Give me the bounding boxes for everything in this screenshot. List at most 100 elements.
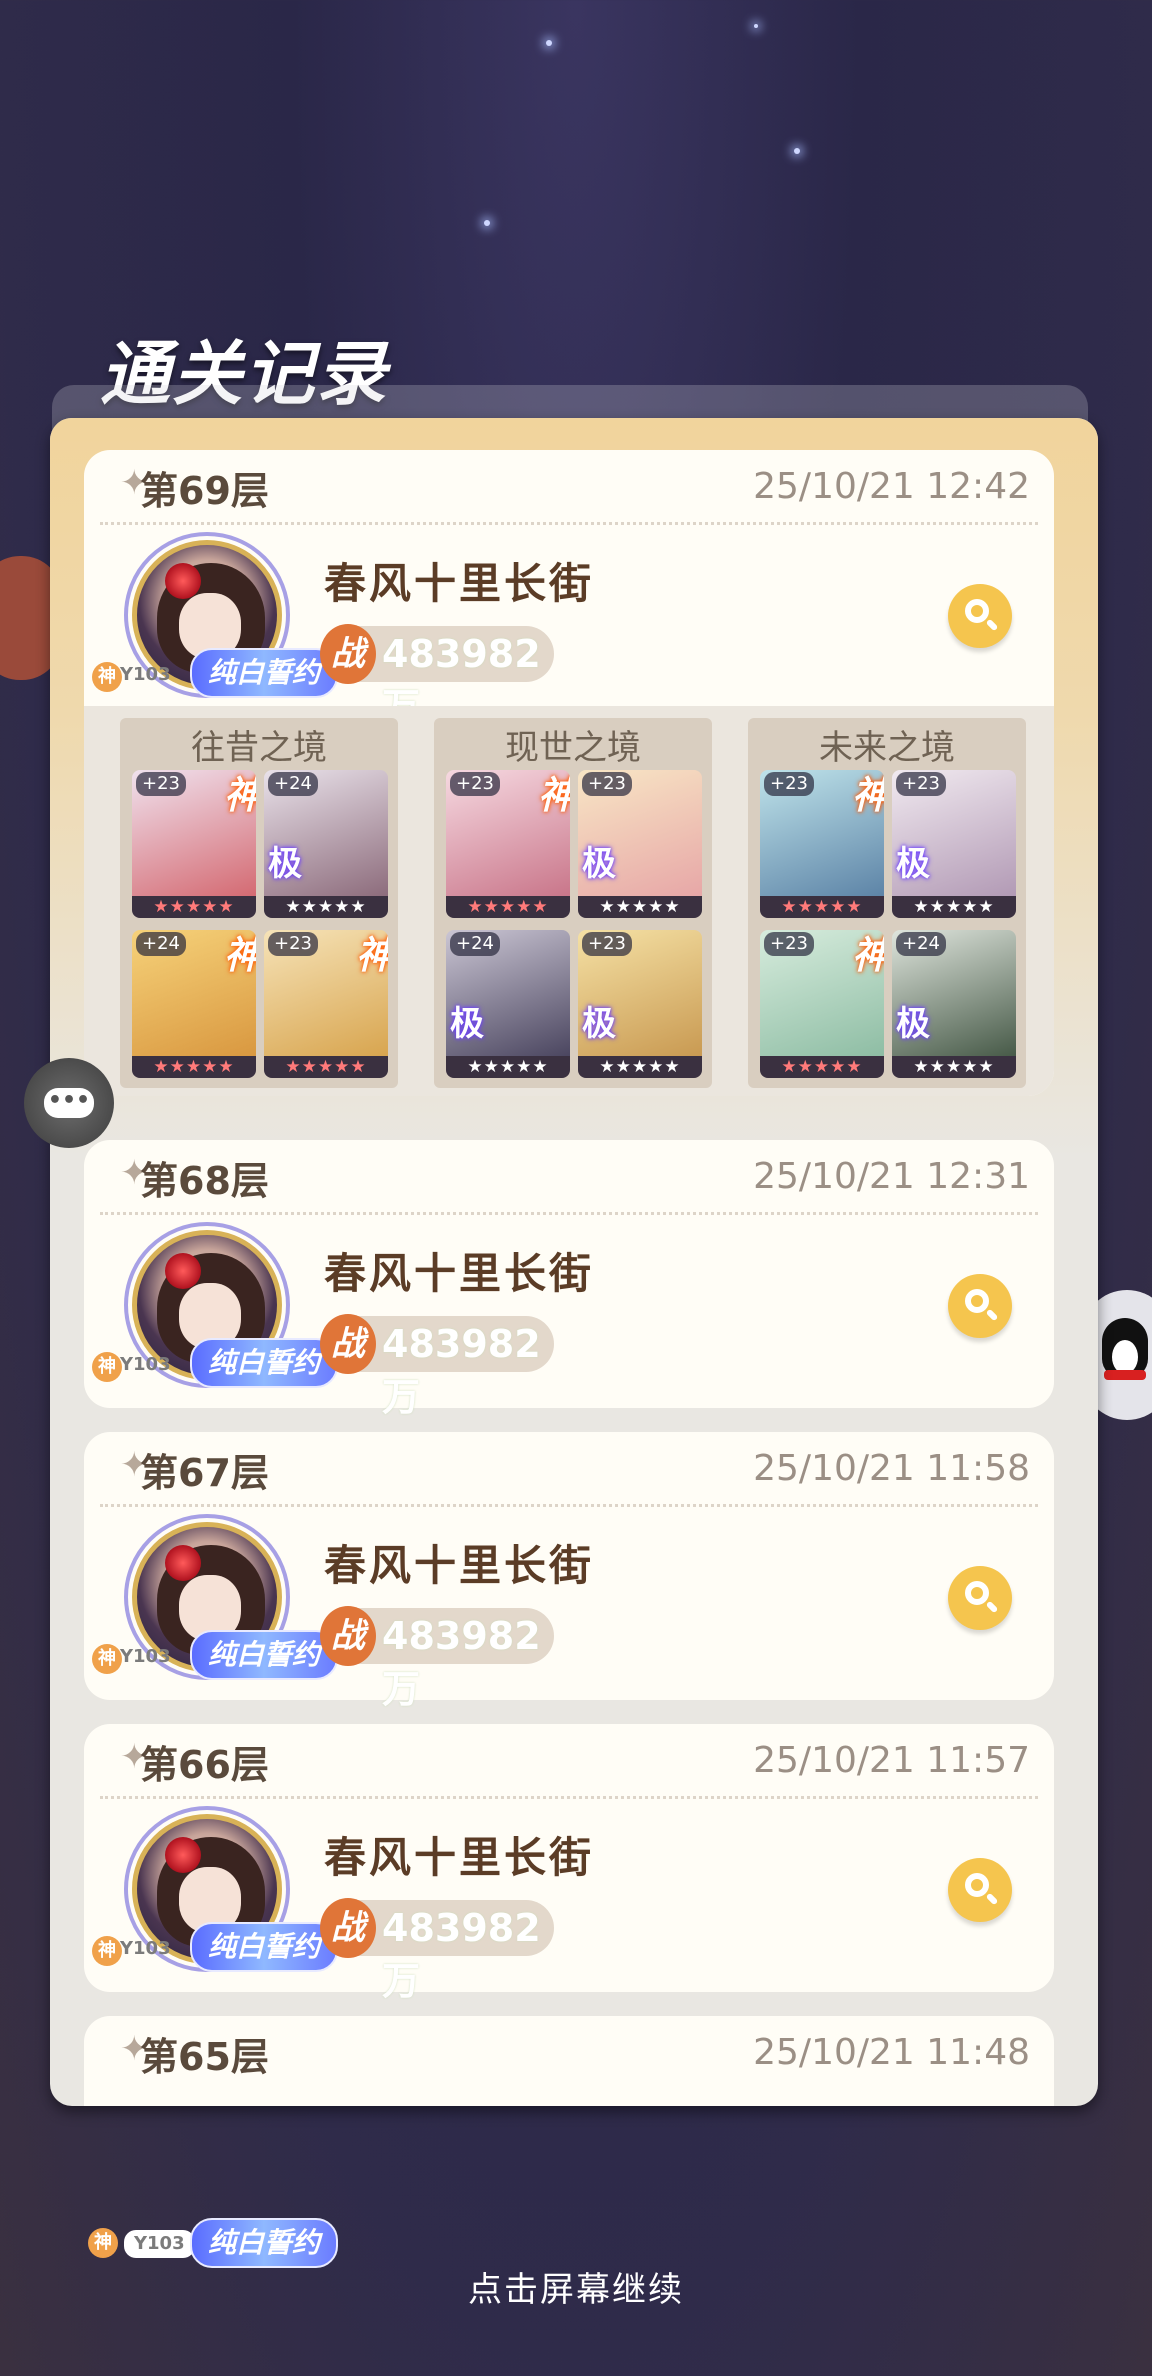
title-badge: 纯白誓约: [190, 1338, 339, 1388]
team-slot[interactable]: 现世之境+23神★★★★★+23极★★★★★+24极★★★★★+23极★★★★★: [434, 718, 712, 1088]
record-panel[interactable]: ✦ 第69层 25/10/21 12:42 神 Y103 纯白誓约 春风十里长街…: [50, 418, 1098, 2106]
hero-card[interactable]: +23 神 ★★★★★: [264, 930, 388, 1078]
record-card[interactable]: ✦ 第68层 25/10/21 12:31 神 Y103 纯白誓约 春风十里长街…: [84, 1140, 1054, 1419]
player-level: Y103: [124, 2230, 195, 2258]
clear-time: 25/10/21 12:31: [753, 1156, 1030, 1197]
view-details-button[interactable]: [948, 1858, 1012, 1922]
clear-time: 25/10/21 11:57: [753, 1740, 1030, 1781]
hero-card[interactable]: +23 极 ★★★★★: [578, 930, 702, 1078]
hero-card[interactable]: +24 极 ★★★★★: [264, 770, 388, 918]
player-level: Y103: [120, 1646, 171, 1667]
extreme-rank-tag: 极: [268, 844, 302, 884]
clear-time: 25/10/21 11:58: [753, 1448, 1030, 1489]
player-name: 春风十里长街: [324, 1833, 595, 1882]
team-label: 往昔之境: [191, 728, 327, 768]
title-badge: 纯白誓约: [190, 648, 339, 698]
god-rank-tag: 神: [538, 770, 570, 819]
player-level: Y103: [120, 1354, 171, 1375]
hero-card[interactable]: +23 神 ★★★★★: [132, 770, 256, 918]
view-details-button[interactable]: [948, 584, 1012, 648]
combat-icon: 战: [320, 1314, 376, 1374]
view-details-button[interactable]: [948, 1274, 1012, 1338]
hero-level: +23: [136, 772, 186, 796]
hero-card[interactable]: +23 极 ★★★★★: [578, 770, 702, 918]
god-badge-icon: 神: [92, 1352, 122, 1382]
extreme-rank-tag: 极: [582, 1004, 616, 1044]
player-name: 春风十里长街: [324, 1249, 595, 1298]
hero-level: +23: [764, 772, 814, 796]
combat-icon: 战: [320, 1606, 376, 1666]
hero-card[interactable]: +23 神 ★★★★★: [446, 770, 570, 918]
hero-card[interactable]: +24 极 ★★★★★: [446, 930, 570, 1078]
divider: [100, 1796, 1038, 1799]
team-label: 现世之境: [505, 728, 641, 768]
star-rating: ★★★★★: [892, 896, 1016, 918]
search-icon: [965, 599, 989, 623]
background-star: [754, 24, 758, 28]
star-rating: ★★★★★: [264, 896, 388, 918]
god-badge-icon: 神: [92, 1936, 122, 1966]
star-rating: ★★★★★: [892, 1056, 1016, 1078]
hero-card[interactable]: +23 神 ★★★★★: [760, 930, 884, 1078]
hero-level: +23: [896, 772, 946, 796]
floor-label: 第69层: [140, 469, 269, 513]
hero-level: +23: [764, 932, 814, 956]
hero-card[interactable]: +23 神 ★★★★★: [760, 770, 884, 918]
hero-card[interactable]: +24 极 ★★★★★: [892, 930, 1016, 1078]
record-card[interactable]: ✦ 第69层 25/10/21 12:42 神 Y103 纯白誓约 春风十里长街…: [84, 450, 1054, 1096]
god-rank-tag: 神: [224, 930, 256, 979]
star-rating: ★★★★★: [132, 1056, 256, 1078]
team-slot[interactable]: 往昔之境+23神★★★★★+24极★★★★★+24神★★★★★+23神★★★★★: [120, 718, 398, 1088]
floor-label: 第68层: [140, 1159, 269, 1203]
clear-time: 25/10/21 12:42: [753, 466, 1030, 507]
combat-power-value: 483982万: [382, 1614, 541, 1711]
player-name: 春风十里长街: [324, 1541, 595, 1590]
continue-hint[interactable]: 点击屏幕继续: [0, 2262, 1152, 2311]
view-details-button[interactable]: [948, 1566, 1012, 1630]
hero-level: +24: [896, 932, 946, 956]
hero-level: +24: [450, 932, 500, 956]
hero-card[interactable]: +24 神 ★★★★★: [132, 930, 256, 1078]
background-star: [794, 148, 800, 154]
god-rank-tag: 神: [852, 930, 884, 979]
team-slot[interactable]: 未来之境+23神★★★★★+23极★★★★★+23神★★★★★+24极★★★★★: [748, 718, 1026, 1088]
combat-power: 战 483982万: [320, 1606, 554, 1711]
record-card[interactable]: ✦ 第67层 25/10/21 11:58 神 Y103 纯白誓约 春风十里长街…: [84, 1432, 1054, 1711]
star-rating: ★★★★★: [446, 1056, 570, 1078]
combat-power-value: 483982万: [382, 1906, 541, 2003]
search-icon: [965, 1289, 989, 1313]
title-badge: 纯白誓约: [190, 1922, 339, 1972]
combat-power: 战 483982万: [320, 1898, 554, 2003]
god-badge-icon: 神: [92, 662, 122, 692]
hero-card[interactable]: +23 极 ★★★★★: [892, 770, 1016, 918]
god-badge-icon: 神: [88, 2228, 118, 2258]
clear-time: 25/10/21 11:48: [753, 2032, 1030, 2073]
title-badge: 纯白誓约: [190, 2218, 339, 2268]
star-rating: ★★★★★: [578, 896, 702, 918]
combat-power: 战 483982万: [320, 1314, 554, 1419]
player-name: 春风十里长街: [324, 559, 595, 608]
floor-label: 第66层: [140, 1743, 269, 1787]
hero-level: +24: [268, 772, 318, 796]
title-badge: 纯白誓约: [190, 1630, 339, 1680]
divider: [100, 522, 1038, 525]
hero-level: +23: [450, 772, 500, 796]
star-rating: ★★★★★: [446, 896, 570, 918]
hero-level: +23: [268, 932, 318, 956]
hero-level: +24: [136, 932, 186, 956]
combat-icon: 战: [320, 624, 376, 684]
search-icon: [965, 1873, 989, 1897]
background-star: [484, 220, 490, 226]
record-card[interactable]: ✦ 第65层 25/10/21 11:48: [84, 2016, 1054, 2106]
team-label: 未来之境: [819, 728, 955, 768]
floor-label: 第67层: [140, 1451, 269, 1495]
search-icon: [965, 1581, 989, 1605]
team-lineups: 往昔之境+23神★★★★★+24极★★★★★+24神★★★★★+23神★★★★★…: [84, 706, 1054, 1096]
god-rank-tag: 神: [852, 770, 884, 819]
extreme-rank-tag: 极: [896, 1004, 930, 1044]
chat-bubble-icon[interactable]: •••: [24, 1058, 114, 1148]
star-rating: ★★★★★: [578, 1056, 702, 1078]
record-card[interactable]: ✦ 第66层 25/10/21 11:57 神 Y103 纯白誓约 春风十里长街…: [84, 1724, 1054, 2003]
combat-power: 战 483982万: [320, 624, 554, 729]
combat-power-value: 483982万: [382, 1322, 541, 1419]
